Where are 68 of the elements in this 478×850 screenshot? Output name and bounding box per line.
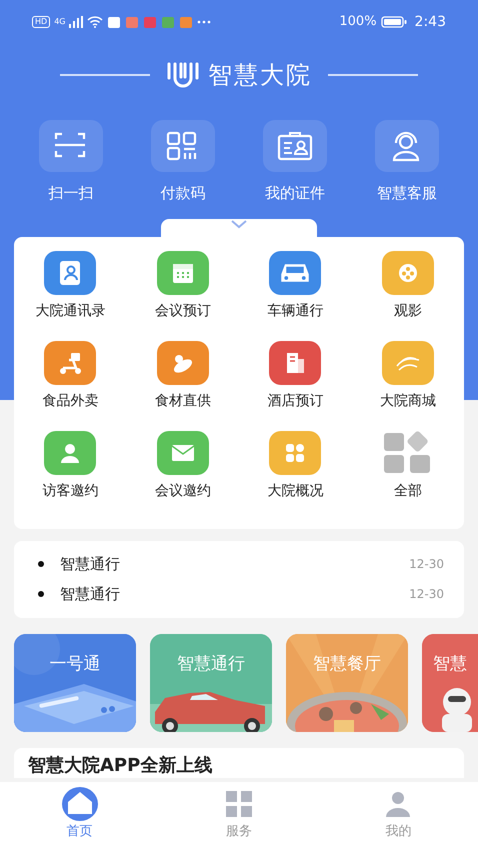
feature-card[interactable]: 一号通 [14, 634, 136, 732]
app-notification-icon [179, 16, 194, 28]
quick-action-label: 智慧客服 [377, 183, 437, 204]
film-reel-app-icon[interactable] [382, 250, 434, 294]
quick-action-button[interactable] [375, 120, 439, 172]
service-label: 会议预订 [154, 302, 211, 320]
quick-action-button[interactable] [151, 120, 215, 172]
id-card-icon [276, 129, 314, 163]
quick-action-button[interactable] [263, 120, 327, 172]
app-title: 智慧大院 [208, 60, 312, 91]
feature-card-title: 一号通 [48, 652, 102, 676]
swirl-app-icon[interactable] [382, 340, 434, 384]
building-app-icon[interactable] [269, 340, 322, 384]
service-label: 大院通讯录 [35, 302, 106, 320]
car-app-icon[interactable] [269, 250, 322, 294]
signal-icon [69, 16, 84, 28]
app-notification-icon [143, 16, 158, 28]
banner-title: 智慧大院APP全新上线 [28, 754, 212, 776]
service-label: 食品外卖 [42, 392, 98, 410]
person-app-icon[interactable] [44, 430, 96, 474]
network-type: 4G [54, 16, 66, 28]
car-icon [280, 262, 310, 282]
service-label: 食材直供 [154, 392, 211, 410]
notice-date: 12-30 [409, 586, 444, 604]
clock: 2:43 [414, 12, 446, 32]
app-notification-icon [107, 16, 122, 28]
battery-percent: 100% [339, 13, 377, 32]
calendar-app-icon[interactable] [156, 250, 209, 294]
quick-action-label: 付款码 [160, 183, 206, 204]
tab-button[interactable]: 服务 [178, 782, 299, 842]
vegetable-app-icon[interactable] [156, 340, 209, 384]
app-notification-icon [161, 16, 176, 28]
tab-button[interactable]: 我的 [338, 782, 458, 842]
quick-action-label: 扫一扫 [48, 183, 94, 204]
address-book-app-icon[interactable] [44, 250, 96, 294]
bullet-icon [38, 591, 44, 598]
feature-card-title: 智慧餐厅 [312, 652, 382, 676]
scooter-app-icon[interactable] [44, 340, 96, 384]
service-label: 会议邀约 [154, 482, 211, 500]
hd-indicator: HD [32, 16, 50, 28]
panel-tab[interactable] [161, 218, 317, 236]
feature-card[interactable]: 智慧通行 [150, 634, 272, 732]
logo-icon [166, 60, 200, 90]
notice-date: 12-30 [409, 556, 444, 573]
service-label: 观影 [394, 302, 422, 320]
quick-action-label: 我的证件 [265, 183, 325, 204]
tab-button[interactable]: 首页 [20, 782, 140, 842]
service-label: 车辆通行 [267, 302, 324, 320]
battery-icon [380, 16, 407, 28]
service-label: 大院概况 [267, 482, 324, 500]
chevron-down-icon [230, 218, 248, 228]
feature-card-title: 智慧通行 [176, 652, 246, 676]
service-label: 大院商城 [380, 392, 436, 410]
app-notification-icon [125, 16, 140, 28]
feature-card[interactable]: 智慧餐厅 [286, 634, 408, 732]
quick-action-button[interactable] [39, 120, 103, 172]
notice-title[interactable]: 智慧通行 [60, 552, 120, 575]
service-label: 酒店预订 [267, 392, 324, 410]
envelope-app-icon[interactable] [156, 430, 209, 474]
home-icon [62, 786, 98, 822]
service-label: 访客邀约 [42, 482, 98, 500]
bullet-icon [38, 560, 44, 567]
more-icon [197, 20, 212, 24]
wifi-icon [87, 16, 104, 28]
service-label: 全部 [394, 482, 422, 500]
grid-app-icon[interactable] [269, 430, 322, 474]
notice-title[interactable]: 智慧通行 [60, 583, 120, 606]
feature-card-title: 智慧 [432, 652, 468, 676]
